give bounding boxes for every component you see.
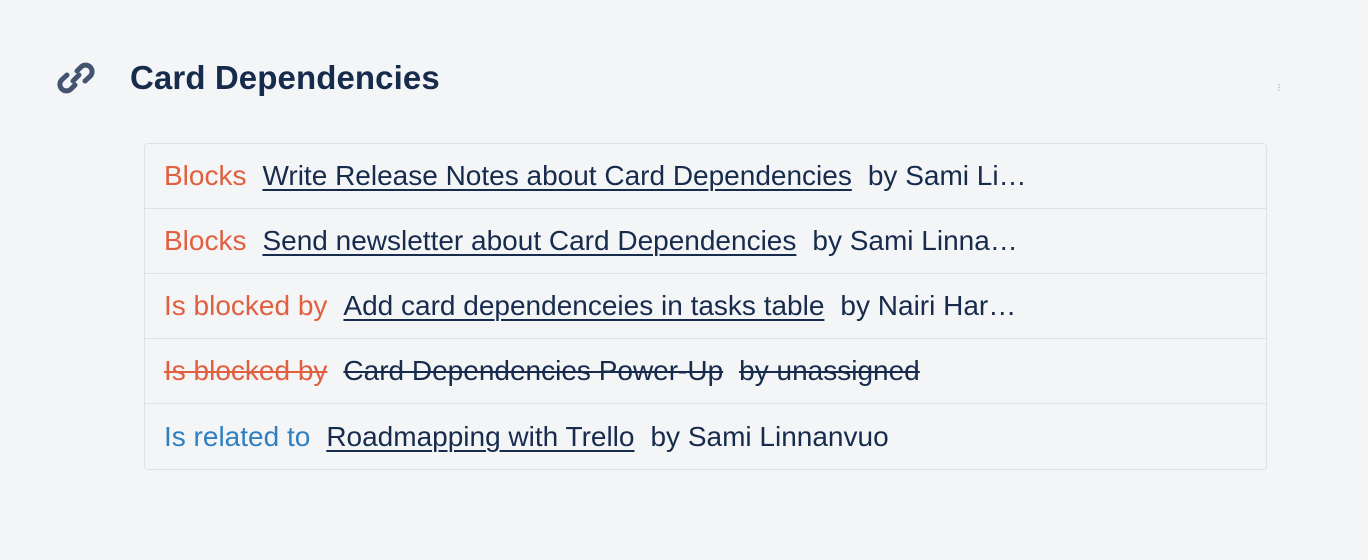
dependency-type-label: Is related to bbox=[164, 420, 311, 452]
dependency-card-link[interactable]: Send newsletter about Card Dependencies bbox=[262, 225, 796, 257]
dependency-type-label: Is blocked by bbox=[164, 355, 328, 386]
dependency-type-label: Blocks bbox=[164, 160, 247, 191]
dependency-owner: by unassigned bbox=[739, 355, 920, 386]
dependency-owner: by Sami Linna… bbox=[812, 225, 1018, 256]
dependency-type-label: Is blocked by bbox=[164, 290, 328, 321]
dependency-row: Blocks Send newsletter about Card Depend… bbox=[145, 209, 1266, 274]
more-options-icon[interactable]: ⋮ bbox=[1275, 84, 1283, 92]
dependency-row: Is related to Roadmapping with Trello by… bbox=[145, 404, 1266, 469]
dependency-row: Is blocked by Add card dependenceies in … bbox=[145, 274, 1266, 339]
dependency-row: Blocks Write Release Notes about Card De… bbox=[145, 144, 1266, 209]
dependency-card-link[interactable]: Add card dependenceies in tasks table bbox=[343, 290, 824, 322]
dependency-owner: by Sami Li… bbox=[867, 160, 1027, 191]
dependency-card-link[interactable]: Write Release Notes about Card Dependenc… bbox=[262, 160, 851, 192]
dependency-card-link[interactable]: Roadmapping with Trello bbox=[326, 421, 634, 453]
section-header: Card Dependencies bbox=[56, 56, 440, 100]
dependency-owner: by Sami Linnanvuo bbox=[650, 420, 889, 452]
dependency-row-completed: Is blocked by Card Dependencies Power-Up… bbox=[145, 339, 1266, 404]
dependency-list: Blocks Write Release Notes about Card De… bbox=[144, 143, 1267, 470]
link-icon bbox=[56, 58, 96, 98]
dependency-card-link[interactable]: Card Dependencies Power-Up bbox=[343, 355, 723, 387]
section-title: Card Dependencies bbox=[130, 59, 440, 96]
dependency-owner: by Nairi Har… bbox=[840, 290, 1017, 321]
dependency-type-label: Blocks bbox=[164, 225, 247, 256]
